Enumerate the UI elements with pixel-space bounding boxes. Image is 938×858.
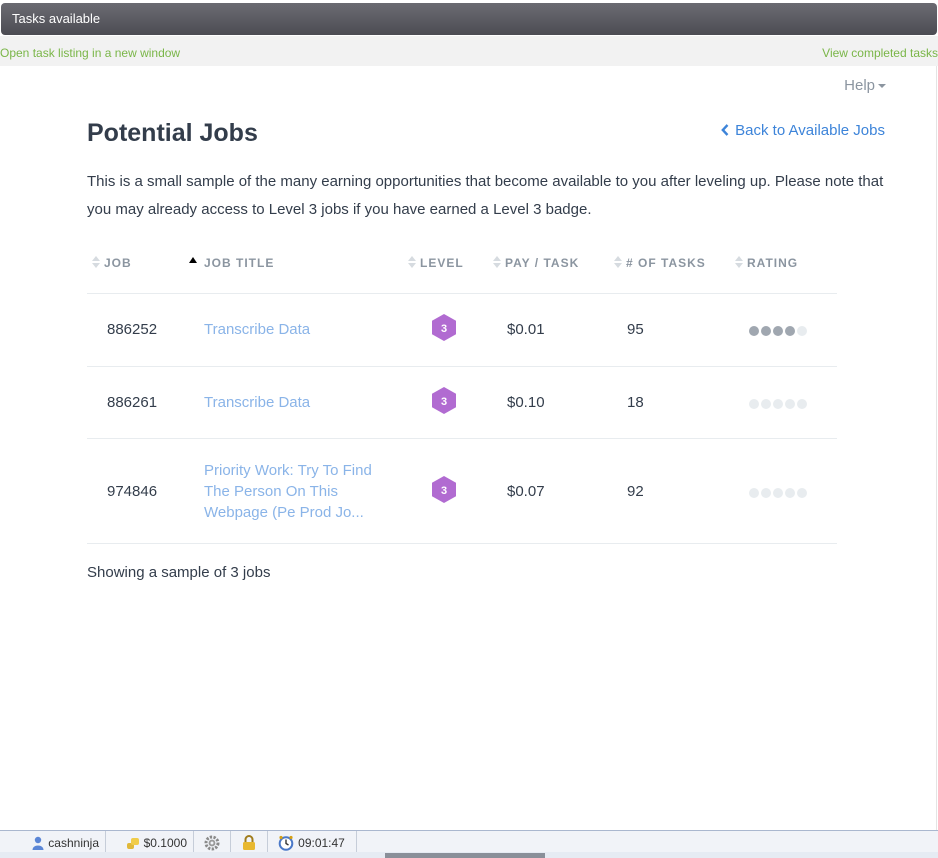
help-dropdown[interactable]: Help xyxy=(844,77,886,94)
pay-per-task: $0.10 xyxy=(507,394,545,411)
rating-dot xyxy=(797,488,807,498)
task-count: 18 xyxy=(627,394,644,411)
rating-dot xyxy=(761,399,771,409)
user-icon xyxy=(32,836,44,850)
page-title: Potential Jobs xyxy=(87,119,258,147)
column-header-level[interactable]: LEVEL xyxy=(408,256,464,270)
rating-dot xyxy=(749,326,759,336)
rating-dot xyxy=(749,488,759,498)
column-header-level-label: LEVEL xyxy=(420,256,464,270)
link-bar: Open task listing in a new window View c… xyxy=(0,36,938,66)
intro-text: This is a small sample of the many earni… xyxy=(87,173,884,218)
coins-icon xyxy=(126,838,139,849)
status-balance-value: $0.1000 xyxy=(143,836,187,850)
back-to-available-jobs-link[interactable]: Back to Available Jobs xyxy=(721,122,885,139)
chevron-left-icon xyxy=(721,124,729,136)
column-header-job-title[interactable]: JOB TITLE xyxy=(204,256,274,270)
pay-per-task: $0.07 xyxy=(507,483,545,500)
sort-icon xyxy=(493,256,501,268)
taskbar-active-item xyxy=(385,853,545,858)
rating-dots xyxy=(749,326,807,336)
row-divider xyxy=(87,543,837,544)
rating-dot xyxy=(761,326,771,336)
column-header-tasks-label: # OF TASKS xyxy=(626,256,706,270)
column-header-pay-label: PAY / TASK xyxy=(505,256,580,270)
rating-dot xyxy=(761,488,771,498)
level-badge-label: 3 xyxy=(441,396,447,408)
chevron-down-icon xyxy=(878,84,886,89)
column-header-pay[interactable]: PAY / TASK xyxy=(493,256,579,270)
sort-ascending-icon xyxy=(189,257,197,263)
job-title-link[interactable]: Transcribe Data xyxy=(204,392,394,413)
clock-icon xyxy=(278,835,294,851)
rating-dot xyxy=(785,399,795,409)
column-header-job[interactable]: JOB xyxy=(92,256,132,270)
level-badge-label: 3 xyxy=(441,485,447,497)
task-count: 95 xyxy=(627,321,644,338)
pay-per-task: $0.01 xyxy=(507,321,545,338)
rating-dot xyxy=(773,399,783,409)
job-title-link[interactable]: Transcribe Data xyxy=(204,319,394,340)
view-completed-tasks-link[interactable]: View completed tasks xyxy=(822,46,938,60)
rating-dot xyxy=(773,488,783,498)
level-badge-icon: 3 xyxy=(432,314,456,341)
status-time: 09:01:47 xyxy=(298,836,345,850)
sort-icon xyxy=(614,256,622,268)
status-username: cashninja xyxy=(48,836,99,850)
column-header-job-label: JOB xyxy=(104,256,132,270)
sort-icon xyxy=(408,256,416,268)
row-divider xyxy=(87,293,837,294)
rating-dot xyxy=(797,326,807,336)
sort-icon xyxy=(735,256,743,268)
job-id: 886252 xyxy=(107,321,158,338)
rating-dot xyxy=(773,326,783,336)
window-title: Tasks available xyxy=(12,11,101,26)
column-header-rating[interactable]: RATING xyxy=(735,256,798,270)
job-id: 886261 xyxy=(107,394,158,411)
rating-dot xyxy=(797,399,807,409)
rating-dot xyxy=(749,399,759,409)
level-badge-icon: 3 xyxy=(432,476,456,503)
rating-dots xyxy=(749,399,807,409)
row-divider xyxy=(87,438,837,439)
column-header-job-title-label: JOB TITLE xyxy=(204,256,275,270)
row-divider xyxy=(87,366,837,367)
lock-icon xyxy=(242,835,255,850)
job-title-link[interactable]: Priority Work: Try To Find The Person On… xyxy=(204,460,394,523)
sample-count-text: Showing a sample of 3 jobs xyxy=(87,564,271,581)
open-new-window-link[interactable]: Open task listing in a new window xyxy=(0,46,180,60)
column-header-tasks[interactable]: # OF TASKS xyxy=(614,256,706,270)
sort-icon xyxy=(92,256,100,268)
window-titlebar: Tasks available xyxy=(1,3,937,35)
level-badge-icon: 3 xyxy=(432,387,456,414)
help-label: Help xyxy=(844,77,875,94)
gear-icon xyxy=(204,835,220,851)
rating-dot xyxy=(785,326,795,336)
rating-dot xyxy=(785,488,795,498)
column-header-rating-label: RATING xyxy=(747,256,799,270)
job-id: 974846 xyxy=(107,483,158,500)
back-link-label: Back to Available Jobs xyxy=(735,122,885,139)
rating-dots xyxy=(749,488,807,498)
level-badge-label: 3 xyxy=(441,323,447,335)
main-content: Help Potential Jobs Back to Available Jo… xyxy=(0,66,937,830)
task-count: 92 xyxy=(627,483,644,500)
